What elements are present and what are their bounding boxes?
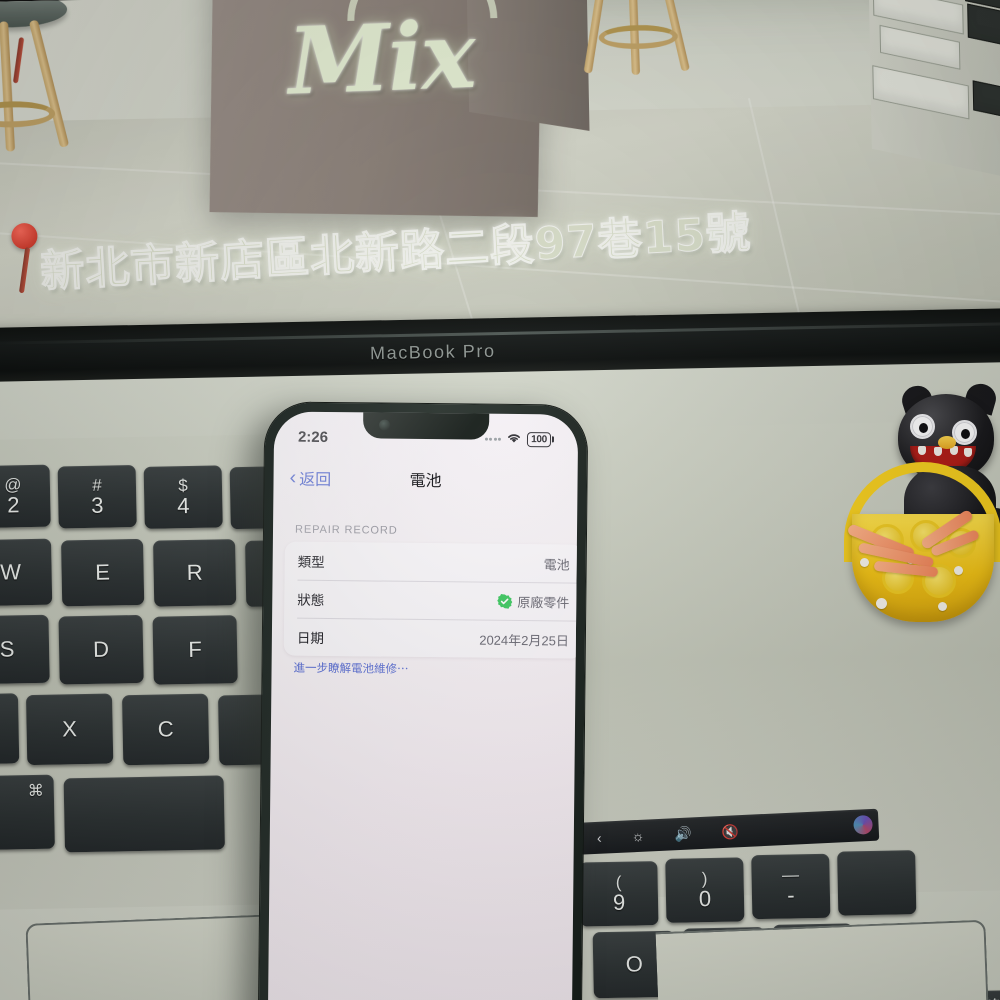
macbook-pro-label: MacBook Pro <box>369 340 496 364</box>
row-label: 日期 <box>296 630 324 646</box>
key-x[interactable]: X <box>25 693 114 766</box>
volume-icon[interactable]: 🔊 <box>674 825 692 842</box>
brightness-icon[interactable]: ☼ <box>631 828 645 845</box>
status-bar: 2:26 100 <box>274 421 578 454</box>
product-shelf <box>867 0 1000 179</box>
back-button[interactable]: ‹ 返回 <box>289 466 331 490</box>
row-value: 電池 <box>543 556 570 573</box>
row-label: 狀態 <box>297 592 325 608</box>
row-value-group: 原廠零件 <box>497 591 569 611</box>
cat-eye <box>910 414 935 439</box>
wifi-icon <box>506 430 522 447</box>
command-icon: ⌘ <box>27 782 44 801</box>
navigation-bar: ‹ 返回 電池 <box>273 457 577 500</box>
key-f[interactable]: F <box>152 615 238 685</box>
row-label: 類型 <box>297 554 325 570</box>
cellular-signal-icon <box>484 437 502 441</box>
mute-icon[interactable]: 🔇 <box>721 823 739 840</box>
key-equals[interactable] <box>837 850 917 916</box>
repair-record-card: 類型 電池 狀態 原廠零件 日期 2024年2月25日 <box>283 541 579 659</box>
key-c[interactable]: C <box>121 693 210 766</box>
key-command-left[interactable]: ⌘ command <box>0 774 55 851</box>
back-chevron-icon[interactable]: ‹ <box>596 830 601 846</box>
iphone-screen[interactable]: 2:26 100 ‹ 返回 電池 REPAIR RECORD 類型 電池 狀態 … <box>267 411 579 1000</box>
battery-cap-icon <box>551 436 555 443</box>
photo-scene: Mix 新北市新店區北新路二段97巷15號 MacBook Pro ‹ ☼ 🔊 … <box>0 0 1000 1000</box>
store-counter-side <box>465 0 590 131</box>
key-d[interactable]: D <box>58 614 144 685</box>
key-z[interactable] <box>0 693 20 765</box>
cat-figurine <box>844 380 1000 628</box>
key-minus[interactable]: — - <box>751 853 831 920</box>
table-row[interactable]: 日期 2024年2月25日 <box>284 618 579 659</box>
key-e[interactable]: E <box>61 538 145 607</box>
battery-percent-badge: 100 <box>527 431 552 447</box>
table-row[interactable]: 類型 電池 <box>285 542 579 583</box>
status-time: 2:26 <box>297 428 329 446</box>
key-3[interactable]: # 3 <box>57 465 137 529</box>
key-0[interactable]: ) 0 <box>665 857 745 923</box>
store-sign-mix: Mix <box>286 0 476 116</box>
key-2[interactable]: @ 2 <box>0 464 51 529</box>
chevron-left-icon: ‹ <box>289 466 297 489</box>
key-4[interactable]: $ 4 <box>143 465 223 529</box>
siri-icon[interactable] <box>853 814 873 835</box>
key-s[interactable]: S <box>0 614 50 685</box>
back-button-label: 返回 <box>299 471 332 490</box>
page-title: 電池 <box>409 472 442 491</box>
key-9[interactable]: ( 9 <box>579 861 659 927</box>
verified-badge-icon <box>497 593 513 609</box>
row-value: 2024年2月25日 <box>479 632 569 649</box>
key-space[interactable] <box>63 775 225 853</box>
key-w[interactable]: W <box>0 538 53 607</box>
section-header: REPAIR RECORD <box>294 523 398 537</box>
basket-accessory <box>834 462 1000 622</box>
trackpad[interactable] <box>655 919 990 1000</box>
laptop-display: Mix 新北市新店區北新路二段97巷15號 <box>0 0 1000 332</box>
cat-nose <box>938 436 956 449</box>
learn-more-link[interactable]: 進一步瞭解電池維修⋯ <box>293 660 409 677</box>
iphone-device: 2:26 100 ‹ 返回 電池 REPAIR RECORD 類型 電池 狀態 … <box>258 402 588 1000</box>
key-r[interactable]: R <box>153 539 237 607</box>
table-row[interactable]: 狀態 原廠零件 <box>284 580 578 621</box>
row-value: 原廠零件 <box>517 594 570 611</box>
